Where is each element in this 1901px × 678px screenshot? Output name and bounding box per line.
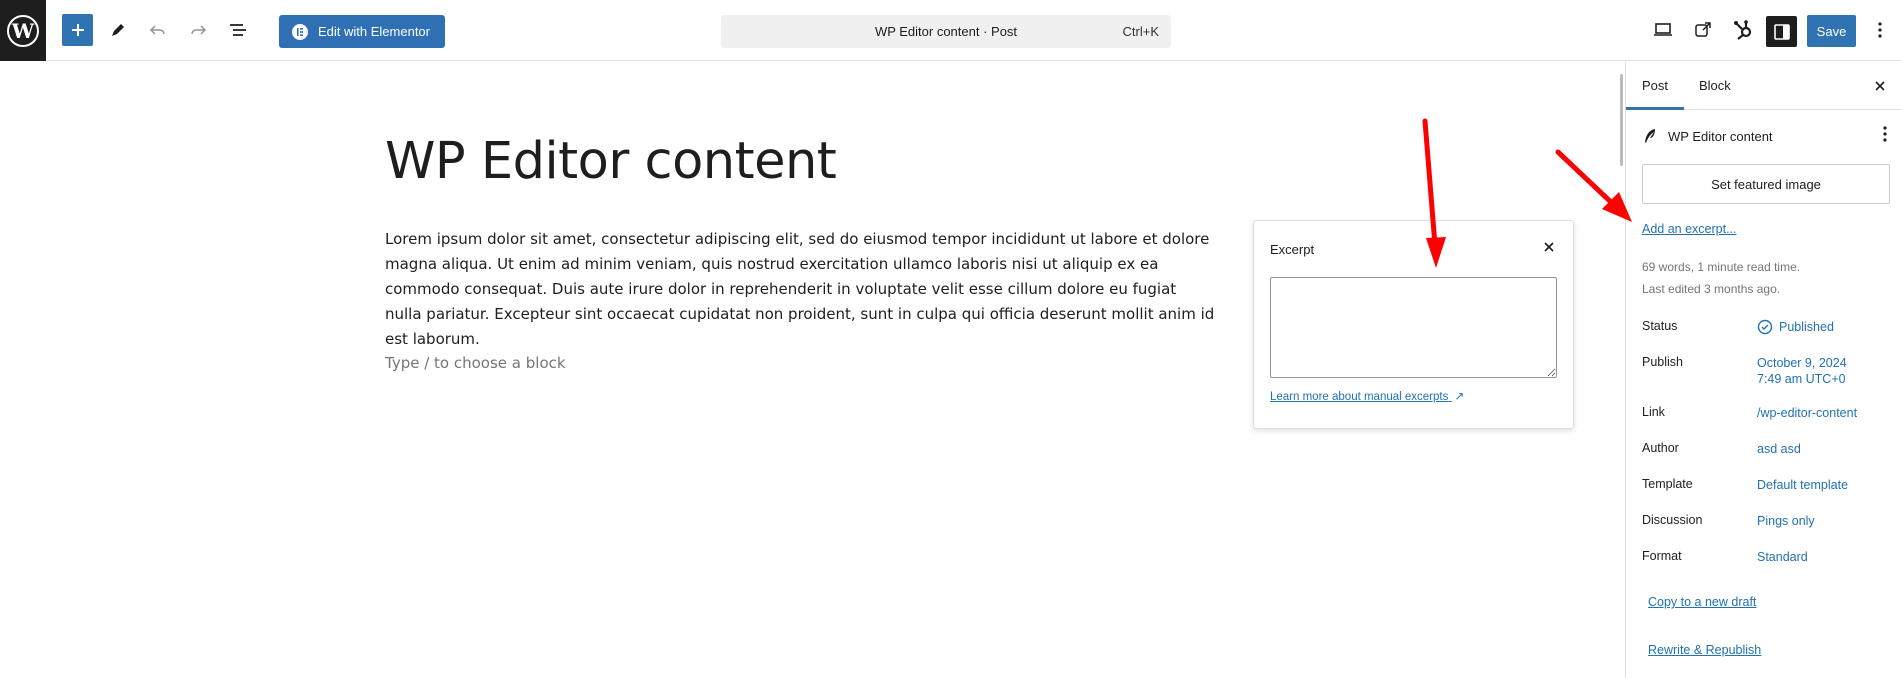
excerpt-popover-title: Excerpt (1270, 242, 1315, 257)
options-button[interactable] (1868, 14, 1892, 46)
undo-button[interactable] (142, 14, 174, 46)
close-icon[interactable] (1541, 239, 1557, 255)
excerpt-popover: Excerpt Learn more about manual excerpts… (1253, 220, 1574, 429)
settings-toggle-button[interactable] (1766, 16, 1797, 47)
excerpt-textarea[interactable] (1270, 277, 1557, 378)
post-title[interactable]: WP Editor content (385, 132, 837, 191)
settings-sidebar-icon (1773, 23, 1790, 40)
svg-text:W: W (11, 19, 35, 43)
wordpress-logo-icon[interactable]: W (0, 0, 46, 61)
more-vertical-icon (1878, 22, 1882, 38)
rewrite-republish-link[interactable]: Rewrite & Republish (1648, 643, 1761, 657)
hubspot-icon (1734, 20, 1752, 40)
list-view-button[interactable] (222, 14, 254, 46)
discussion-value[interactable]: Pings only (1757, 513, 1815, 529)
check-circle-icon (1757, 319, 1773, 335)
sidebar-post-title: WP Editor content (1668, 128, 1773, 144)
preview-button[interactable] (1647, 14, 1679, 46)
template-label: Template (1642, 477, 1693, 491)
status-value[interactable]: Published (1757, 319, 1834, 335)
post-actions-button[interactable] (1883, 126, 1887, 147)
close-icon[interactable] (1872, 78, 1888, 94)
permalink-value[interactable]: /wp-editor-content (1757, 405, 1857, 421)
sidebar-tabs: Post Block (1626, 62, 1901, 110)
word-count-text: 69 words, 1 minute read time. (1642, 260, 1801, 274)
redo-button[interactable] (182, 14, 214, 46)
set-featured-image-button[interactable]: Set featured image (1642, 164, 1890, 204)
post-card-header: WP Editor content (1642, 127, 1773, 145)
redo-icon (191, 25, 207, 35)
command-palette-bar[interactable]: WP Editor content · Post Ctrl+K (721, 15, 1171, 48)
status-value-text: Published (1779, 320, 1834, 334)
learn-more-label: Learn more about manual excerpts (1270, 391, 1449, 403)
more-vertical-icon (1883, 126, 1887, 142)
settings-sidebar: Post Block WP Editor content Set feature… (1625, 62, 1901, 678)
save-button[interactable]: Save (1807, 15, 1856, 47)
tab-block[interactable]: Block (1699, 78, 1731, 93)
author-label: Author (1642, 441, 1679, 455)
learn-more-excerpts-link[interactable]: Learn more about manual excerpts ↗ (1270, 389, 1464, 403)
elementor-icon (292, 23, 308, 40)
undo-icon (149, 25, 165, 35)
publish-time: 7:49 am UTC+0 (1757, 372, 1846, 386)
plus-icon (71, 24, 84, 36)
publish-label: Publish (1642, 355, 1683, 369)
add-excerpt-link[interactable]: Add an excerpt... (1642, 222, 1737, 236)
editor-header: W Edit with Elementor WP Editor content … (0, 0, 1901, 61)
document-title: WP Editor content · Post (874, 24, 1018, 39)
list-view-icon (230, 24, 246, 36)
edit-with-elementor-button[interactable]: Edit with Elementor (279, 15, 445, 48)
pencil-icon (112, 24, 124, 36)
external-link-icon (1695, 22, 1711, 37)
view-post-button[interactable] (1687, 14, 1719, 46)
discussion-label: Discussion (1642, 513, 1703, 527)
author-value[interactable]: asd asd (1757, 441, 1801, 457)
desktop-icon (1654, 23, 1672, 36)
post-feather-icon (1645, 129, 1655, 143)
publish-date-value[interactable]: October 9, 2024 7:49 am UTC+0 (1757, 355, 1847, 387)
format-label: Format (1642, 549, 1682, 563)
hubspot-button[interactable] (1727, 14, 1759, 46)
block-placeholder[interactable]: Type / to choose a block (385, 354, 566, 372)
paragraph-block[interactable]: Lorem ipsum dolor sit amet, consectetur … (385, 227, 1215, 352)
publish-date: October 9, 2024 (1757, 356, 1847, 370)
tools-button[interactable] (102, 14, 134, 46)
last-edited-text: Last edited 3 months ago. (1642, 282, 1781, 296)
link-label: Link (1642, 405, 1665, 419)
copy-to-new-draft-link[interactable]: Copy to a new draft (1648, 595, 1756, 609)
block-inserter-button[interactable] (62, 14, 93, 46)
format-value[interactable]: Standard (1757, 549, 1808, 565)
template-value[interactable]: Default template (1757, 477, 1848, 493)
post-meta-info: 69 words, 1 minute read time. Last edite… (1642, 256, 1800, 300)
active-tab-indicator (1626, 107, 1684, 110)
elementor-button-label: Edit with Elementor (318, 24, 430, 39)
external-arrow-icon: ↗ (1454, 391, 1465, 403)
status-label: Status (1642, 319, 1678, 333)
command-shortcut: Ctrl+K (1122, 24, 1159, 39)
tab-post[interactable]: Post (1642, 78, 1668, 93)
canvas-scrollbar[interactable] (1620, 74, 1623, 166)
